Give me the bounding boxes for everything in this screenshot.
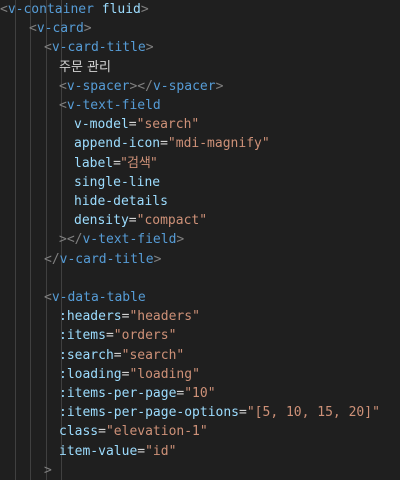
code-line: single-line [74, 173, 160, 192]
code-token: v-card-title [59, 251, 154, 267]
code-token: = [128, 117, 137, 133]
code-token: "mdi-magnify" [167, 136, 270, 152]
code-token: append-icon [74, 136, 161, 152]
code-token: label [74, 155, 114, 171]
code-line: :search="search" [59, 346, 184, 365]
code-token: "elevation-1" [105, 424, 208, 440]
code-token: "compact" [136, 213, 208, 229]
code-token: :items-per-page-options [59, 405, 240, 421]
code-token: class [59, 424, 99, 440]
code-line: </v-card-title> [44, 250, 161, 269]
code-token: </ [44, 251, 60, 267]
indent-guide [15, 0, 16, 480]
code-token: < [59, 98, 67, 113]
code-token: ></ [59, 232, 83, 248]
code-line: v-model="search" [74, 115, 199, 134]
code-token: v-container [7, 2, 94, 17]
code-token: = [160, 136, 168, 152]
code-editor[interactable]: <v-container fluid> <v-card> <v-card-title… [0, 0, 400, 480]
code-line: item-value="id" [59, 442, 176, 461]
code-line: :headers="headers" [59, 307, 200, 326]
code-token: item-value [59, 443, 138, 459]
code-token: v-card-title [51, 40, 146, 56]
code-token: = [113, 347, 122, 363]
code-token: 주문 관리 [59, 59, 111, 75]
code-token: > [83, 21, 92, 37]
code-line: 주문 관리 [59, 58, 111, 77]
code-token: < [44, 40, 52, 56]
code-token: v-spacer [152, 78, 216, 94]
code-line: :items="orders" [59, 326, 176, 345]
code-line: :items-per-page="10" [59, 384, 216, 403]
code-line: > [44, 461, 52, 480]
code-token: > [44, 462, 52, 478]
code-token: "[5, 10, 15, 20]" [246, 405, 380, 421]
code-token: fluid [101, 2, 141, 17]
code-token: density [74, 213, 129, 229]
code-token: hide-details [74, 194, 168, 209]
code-line: class="elevation-1" [59, 422, 208, 441]
code-line: :loading="loading" [59, 365, 200, 384]
code-token: :headers [59, 309, 122, 325]
code-token: < [59, 78, 67, 94]
indent-guide [46, 0, 47, 480]
code-line: <v-data-table [44, 288, 146, 307]
code-token: single-line [74, 174, 161, 190]
code-token: < [0, 2, 8, 17]
code-token: > [176, 232, 185, 248]
code-token: v-text-field [66, 98, 161, 113]
indent-guide [30, 0, 31, 480]
code-token: ></ [129, 78, 153, 94]
code-token: :loading [59, 366, 122, 382]
code-token: = [98, 424, 106, 440]
code-token: = [113, 155, 121, 171]
code-token: = [128, 213, 137, 229]
code-token: "headers" [129, 309, 200, 325]
code-token: "id" [145, 443, 177, 459]
code-token: = [137, 443, 146, 459]
code-token: = [105, 328, 114, 344]
code-token: :items-per-page [59, 386, 177, 401]
code-token: v-text-field [82, 232, 177, 248]
code-token: < [29, 21, 37, 37]
code-line: :items-per-page-options="[5, 10, 15, 20]… [59, 403, 380, 422]
code-line: <v-spacer></v-spacer> [59, 77, 223, 96]
code-token: "orders" [113, 328, 177, 344]
code-token: v-model [74, 117, 129, 133]
code-line: label="검색" [74, 154, 157, 173]
code-line: <v-card-title> [44, 38, 154, 57]
code-line: <v-card> [29, 19, 92, 38]
code-token: v-data-table [51, 290, 146, 305]
code-line: <v-container fluid> [0, 0, 149, 19]
code-token: :search [59, 347, 114, 363]
code-token: < [44, 290, 52, 305]
code-token: v-card [36, 21, 84, 37]
code-line: append-icon="mdi-magnify" [74, 134, 270, 153]
code-token: > [145, 40, 154, 56]
code-token: = [239, 405, 247, 421]
code-token: "검색" [120, 155, 157, 171]
code-token: > [215, 78, 224, 94]
code-line: density="compact" [74, 211, 207, 230]
code-token: > [140, 2, 149, 17]
code-line: hide-details [74, 192, 168, 211]
code-token: "search" [121, 347, 185, 363]
code-token: > [153, 251, 162, 267]
code-token: "loading" [129, 366, 200, 382]
code-token: "search" [136, 117, 200, 133]
code-line: ></v-text-field> [59, 230, 184, 249]
code-line: <v-text-field [59, 96, 161, 115]
code-token: "10" [184, 386, 216, 401]
code-token: v-spacer [66, 78, 130, 94]
code-token: :items [59, 328, 106, 344]
